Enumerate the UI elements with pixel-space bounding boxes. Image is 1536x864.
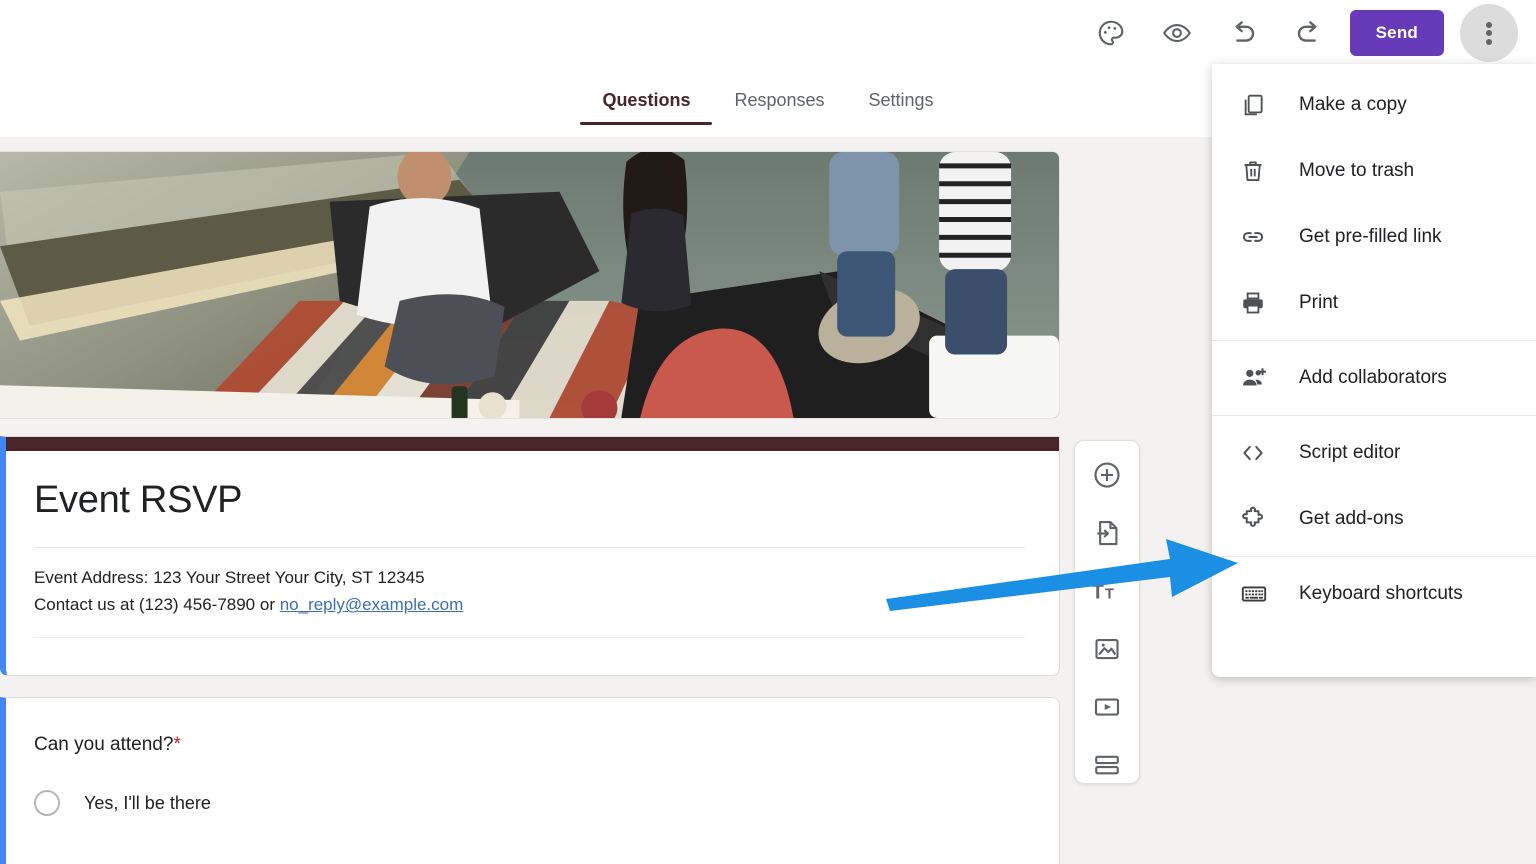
option-row[interactable]: Yes, I'll be there: [34, 790, 1025, 816]
menu-item-move-to-trash[interactable]: Move to trash: [1212, 138, 1536, 204]
menu-item-keyboard-shortcuts[interactable]: Keyboard shortcuts: [1212, 561, 1536, 627]
undo-icon[interactable]: [1219, 9, 1267, 57]
eye-icon[interactable]: [1153, 9, 1201, 57]
header-toolbar: Send: [1078, 0, 1536, 66]
menu-item-script-editor[interactable]: Script editor: [1212, 420, 1536, 486]
add-collaborators-icon: [1240, 364, 1274, 392]
keyboard-icon: [1240, 580, 1274, 608]
menu-label: Add collaborators: [1299, 367, 1447, 389]
menu-divider: [1212, 556, 1536, 557]
form-description[interactable]: Event Address: 123 Your Street Your City…: [34, 564, 1025, 619]
menu-item-make-a-copy[interactable]: Make a copy: [1212, 72, 1536, 138]
palette-icon[interactable]: [1087, 9, 1135, 57]
menu-item-get-pre-filled-link[interactable]: Get pre-filled link: [1212, 204, 1536, 270]
menu-label: Get pre-filled link: [1299, 226, 1442, 248]
menu-label: Get add-ons: [1299, 508, 1404, 530]
question-body: Can you attend?* Yes, I'll be there: [6, 698, 1059, 816]
more-dot: [1486, 22, 1492, 28]
link-icon: [1240, 224, 1274, 250]
radio-button-icon[interactable]: [34, 790, 60, 816]
question-toolbar-rail: T T: [1074, 440, 1140, 784]
menu-label: Make a copy: [1299, 94, 1407, 116]
menu-label: Script editor: [1299, 442, 1400, 464]
import-questions-icon[interactable]: [1091, 517, 1123, 549]
question-title[interactable]: Can you attend?*: [34, 734, 1025, 756]
menu-item-print[interactable]: Print: [1212, 270, 1536, 336]
code-icon: [1240, 440, 1274, 466]
menu-item-add-collaborators[interactable]: Add collaborators: [1212, 345, 1536, 411]
option-label: Yes, I'll be there: [84, 793, 211, 814]
question-title-text: Can you attend?: [34, 734, 173, 755]
app-root: Send Questions Responses Settings: [0, 0, 1536, 864]
form-description-line2-pre: Contact us at (123) 456-7890 or: [34, 595, 280, 614]
trash-icon: [1240, 158, 1274, 184]
tab-questions[interactable]: Questions: [580, 90, 712, 125]
form-header-image[interactable]: [0, 151, 1060, 419]
tab-responses[interactable]: Responses: [712, 90, 846, 125]
print-icon: [1240, 290, 1274, 316]
menu-label: Keyboard shortcuts: [1299, 583, 1463, 605]
more-dot: [1486, 39, 1492, 45]
svg-text:T: T: [1105, 586, 1114, 602]
banner-photo: [0, 152, 1059, 418]
menu-label: Print: [1299, 292, 1338, 314]
tab-settings[interactable]: Settings: [847, 90, 956, 125]
title-divider: [34, 547, 1025, 548]
more-options-button[interactable]: [1460, 4, 1518, 62]
copy-icon: [1240, 92, 1274, 118]
puzzle-icon: [1240, 506, 1274, 532]
menu-label: Move to trash: [1299, 160, 1414, 182]
add-image-icon[interactable]: [1091, 633, 1123, 665]
question-card[interactable]: Can you attend?* Yes, I'll be there: [0, 697, 1060, 864]
form-title-body: Event RSVP Event Address: 123 Your Stree…: [6, 451, 1059, 676]
add-question-icon[interactable]: [1091, 459, 1123, 491]
description-divider: [34, 637, 1025, 638]
menu-item-get-add-ons[interactable]: Get add-ons: [1212, 486, 1536, 552]
required-asterisk: *: [173, 734, 180, 755]
menu-divider: [1212, 340, 1536, 341]
send-button[interactable]: Send: [1350, 10, 1444, 56]
add-section-icon[interactable]: [1091, 749, 1123, 781]
form-description-line1: Event Address: 123 Your Street Your City…: [34, 568, 425, 587]
menu-divider: [1212, 415, 1536, 416]
form-title[interactable]: Event RSVP: [34, 479, 1025, 523]
redo-icon[interactable]: [1285, 9, 1333, 57]
more-options-menu: Make a copy Move to trash: [1212, 64, 1536, 677]
add-title-description-icon[interactable]: T T: [1091, 575, 1123, 607]
contact-email-link[interactable]: no_reply@example.com: [280, 595, 464, 614]
theme-color-strip: [6, 437, 1059, 451]
form-title-card[interactable]: Event RSVP Event Address: 123 Your Stree…: [0, 436, 1060, 676]
add-video-icon[interactable]: [1091, 691, 1123, 723]
svg-text:T: T: [1092, 581, 1104, 603]
more-dot: [1486, 30, 1492, 36]
